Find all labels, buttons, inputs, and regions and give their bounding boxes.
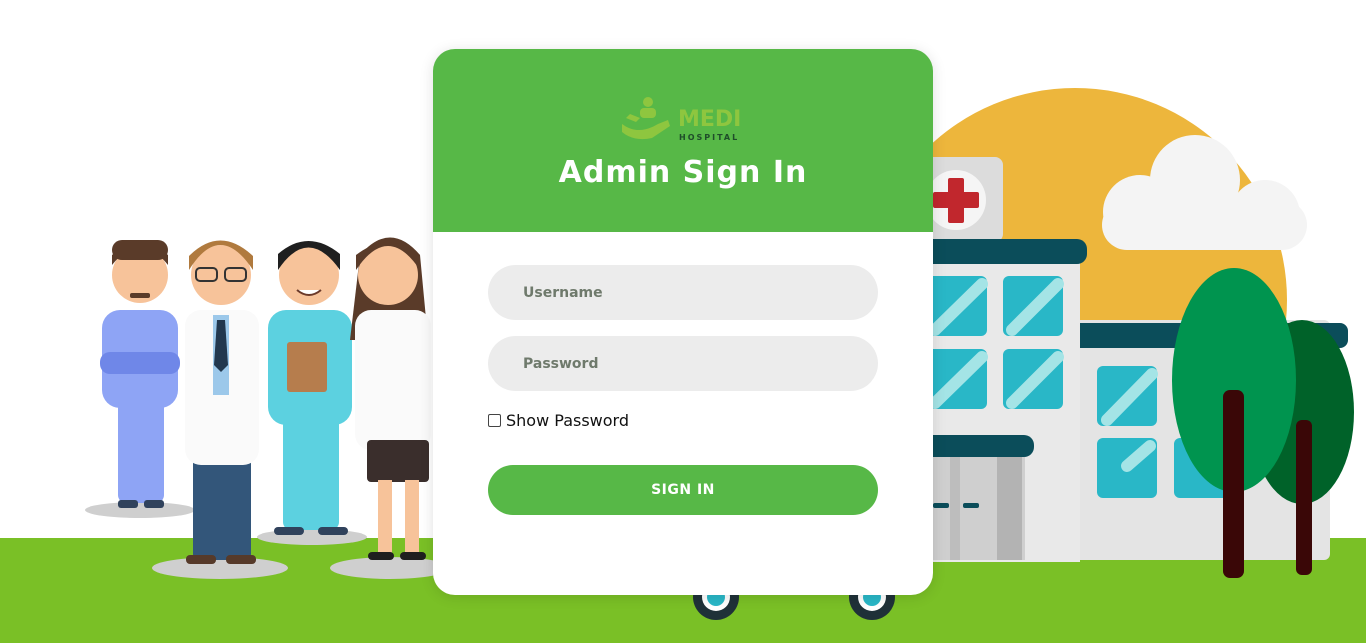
doctor-white-coat [185, 240, 259, 564]
medical-staff-group [85, 237, 450, 579]
signin-card: MEDI HOSPITAL Admin Sign In Show Passwor… [433, 49, 933, 595]
password-input[interactable] [488, 336, 878, 391]
show-password-checkbox[interactable] [488, 413, 501, 427]
card-header: MEDI HOSPITAL Admin Sign In [433, 49, 933, 232]
show-password-label[interactable]: Show Password [506, 411, 629, 430]
doctor-blue-scrubs [100, 240, 180, 508]
red-cross-icon [926, 170, 986, 230]
page-title: Admin Sign In [558, 155, 808, 190]
doctor-female [350, 237, 431, 560]
hospital-logo: MEDI HOSPITAL [622, 97, 741, 142]
logo-text: MEDI [678, 107, 741, 132]
sign-in-button[interactable]: SIGN IN [488, 465, 878, 515]
username-input[interactable] [488, 265, 878, 320]
show-password-row[interactable]: Show Password [488, 410, 629, 430]
care-hands-icon [622, 97, 670, 140]
logo-subtext: HOSPITAL [679, 133, 739, 142]
nurse-teal-scrubs [268, 241, 352, 535]
